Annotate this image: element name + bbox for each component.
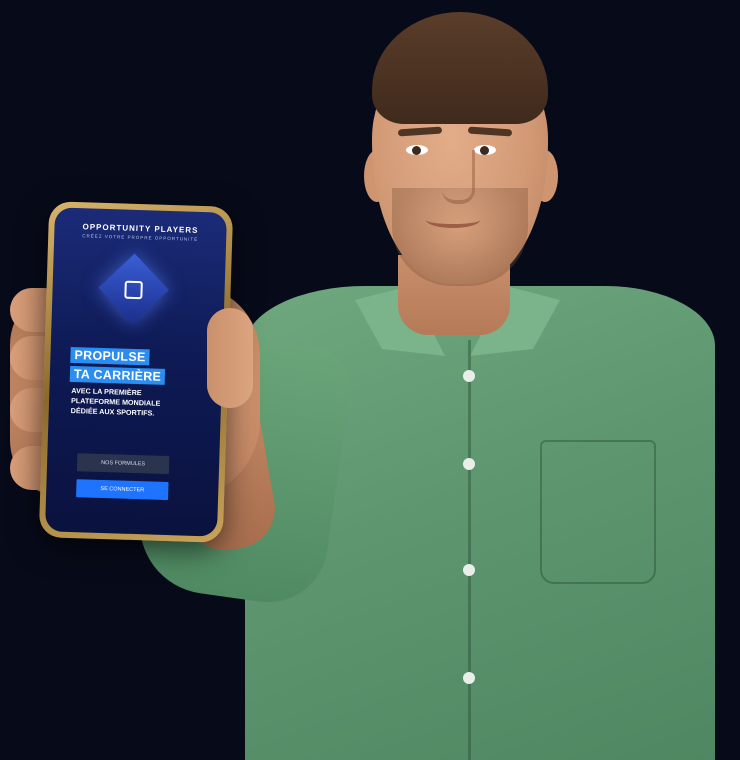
shirt-button	[463, 370, 475, 382]
eye-right	[474, 145, 496, 155]
eye-left	[406, 145, 428, 155]
shirt-placket	[468, 340, 471, 760]
subtitle: AVEC LA PREMIÈRE PLATEFORME MONDIALE DÉD…	[71, 386, 202, 420]
shirt-button	[463, 564, 475, 576]
photo-scene: OPPORTUNITY PLAYERS CRÉEZ VOTRE PROPRE O…	[0, 0, 740, 760]
hair	[372, 12, 548, 124]
shirt-pocket	[540, 440, 656, 584]
smartphone: OPPORTUNITY PLAYERS CRÉEZ VOTRE PROPRE O…	[38, 201, 234, 543]
nose	[442, 150, 475, 204]
formules-button[interactable]: NOS FORMULES	[76, 453, 170, 475]
connect-button[interactable]: SE CONNECTER	[76, 479, 169, 501]
headline-line-1: PROPULSE	[70, 346, 150, 366]
smile	[426, 212, 480, 228]
thumb	[207, 308, 253, 408]
shirt-button	[463, 672, 475, 684]
phone-screen: OPPORTUNITY PLAYERS CRÉEZ VOTRE PROPRE O…	[44, 207, 228, 537]
headline-line-2: TA CARRIÈRE	[69, 365, 166, 385]
shirt-button	[463, 458, 475, 470]
headline: PROPULSE TA CARRIÈRE	[69, 346, 166, 387]
logo-square-icon	[124, 280, 143, 300]
